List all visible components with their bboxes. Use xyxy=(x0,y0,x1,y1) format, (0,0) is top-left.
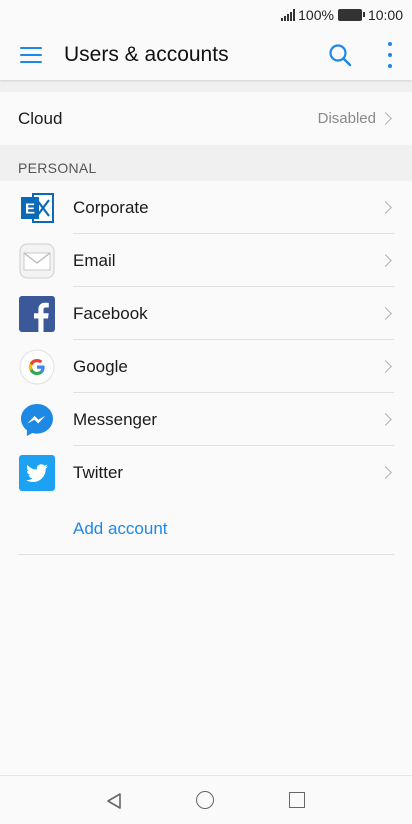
account-row-email[interactable]: Email xyxy=(0,234,412,287)
chevron-right-icon xyxy=(379,466,392,479)
app-bar: Users & accounts xyxy=(0,30,412,80)
messenger-icon xyxy=(19,402,55,438)
account-row-twitter[interactable]: Twitter xyxy=(0,446,412,499)
navigation-bar xyxy=(0,775,412,824)
home-icon[interactable] xyxy=(196,791,214,809)
facebook-icon xyxy=(19,296,55,332)
google-icon xyxy=(19,349,55,385)
account-label: Google xyxy=(73,356,128,376)
account-list: E Corporate Email Facebook Google Messen… xyxy=(0,181,412,499)
account-row-messenger[interactable]: Messenger xyxy=(0,393,412,446)
section-header-label: PERSONAL xyxy=(18,160,97,176)
chevron-right-icon xyxy=(379,413,392,426)
account-label: Email xyxy=(73,250,116,270)
battery-icon xyxy=(337,9,365,21)
exchange-icon: E xyxy=(19,190,55,226)
account-label: Messenger xyxy=(73,409,158,429)
signal-icon xyxy=(281,9,296,21)
chevron-right-icon xyxy=(379,112,392,125)
status-bar: 100% 10:00 xyxy=(0,0,412,30)
account-row-google[interactable]: Google xyxy=(0,340,412,393)
back-icon[interactable] xyxy=(105,792,123,810)
svg-text:E: E xyxy=(25,201,35,218)
chevron-right-icon xyxy=(379,360,392,373)
menu-icon[interactable] xyxy=(20,47,42,63)
recent-apps-icon[interactable] xyxy=(289,792,305,808)
account-label: Corporate xyxy=(73,197,149,217)
divider xyxy=(0,80,412,92)
battery-percentage: 100% xyxy=(298,7,334,23)
more-options-icon[interactable] xyxy=(386,42,394,68)
chevron-right-icon xyxy=(379,307,392,320)
cloud-label: Cloud xyxy=(18,108,63,128)
section-header-personal: PERSONAL xyxy=(0,145,412,181)
add-account-button[interactable]: Add account xyxy=(0,502,412,555)
account-row-facebook[interactable]: Facebook xyxy=(0,287,412,340)
search-icon[interactable] xyxy=(328,43,352,67)
chevron-right-icon xyxy=(379,254,392,267)
account-row-corporate[interactable]: E Corporate xyxy=(0,181,412,234)
twitter-icon xyxy=(19,455,55,491)
add-account-label: Add account xyxy=(73,519,168,538)
cloud-status: Disabled xyxy=(317,110,376,127)
account-label: Twitter xyxy=(73,462,124,482)
chevron-right-icon xyxy=(379,201,392,214)
account-label: Facebook xyxy=(73,303,148,323)
cloud-row[interactable]: Cloud Disabled xyxy=(0,92,412,145)
page-title: Users & accounts xyxy=(64,43,229,66)
clock: 10:00 xyxy=(367,7,403,23)
email-icon xyxy=(19,243,55,279)
